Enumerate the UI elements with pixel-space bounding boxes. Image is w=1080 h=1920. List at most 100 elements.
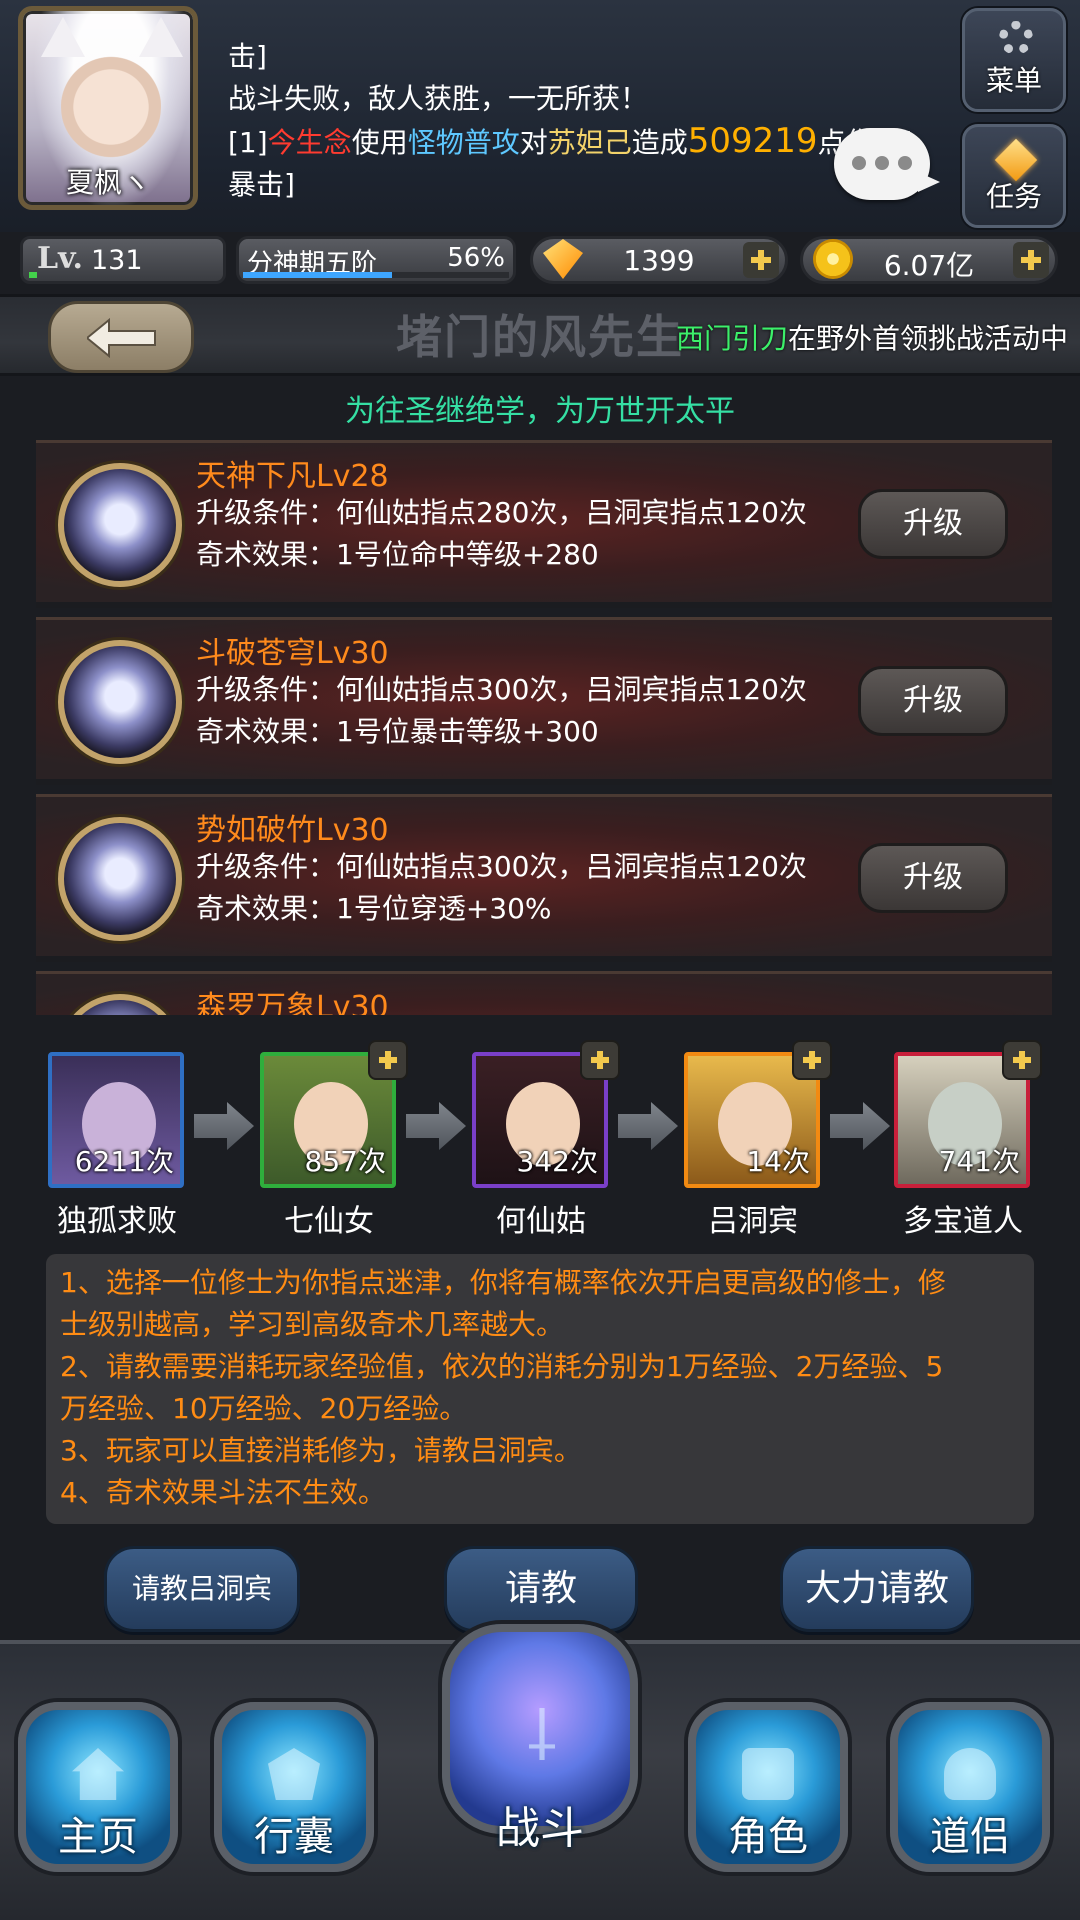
rule-line: 3、玩家可以直接消耗修为，请教吕洞宾。 [60, 1434, 582, 1467]
menu-button[interactable]: 菜单 [962, 8, 1066, 112]
gem-balance: 1399 [530, 236, 788, 284]
mentor-unlock-plus-icon[interactable] [1002, 1040, 1042, 1080]
rule-line: 4、奇术效果斗法不生效。 [60, 1476, 386, 1509]
level-value: 131 [91, 245, 143, 276]
mentor-portrait: 6211次 [48, 1052, 184, 1188]
mentor-qixiannv[interactable]: 857次 七仙女 [260, 1040, 408, 1240]
gold-balance: 6.07亿 [800, 236, 1058, 284]
skill-name: 斗破苍穹Lv30 [196, 636, 389, 671]
avatar-ear-left [41, 17, 85, 57]
skill-name: 势如破竹Lv30 [196, 813, 389, 848]
gear-icon [999, 21, 1033, 55]
rules-panel: 1、选择一位修士为你指点迷津，你将有概率依次开启更高级的修士，修 士级别越高，学… [46, 1254, 1034, 1524]
rule-line: 士级别越高，学习到高级奇术几率越大。 [60, 1308, 565, 1341]
realm-display: 分神期五阶 56% [236, 236, 516, 284]
mentor-count: 741次 [938, 1145, 1020, 1178]
level-display: Lv. 131 [20, 236, 226, 284]
big-consult-button[interactable]: 大力请教 [780, 1546, 974, 1632]
mentor-lvdongbin[interactable]: 14次 吕洞宾 [684, 1040, 832, 1240]
chain-arrow-icon [830, 1102, 890, 1150]
avatar-face [61, 41, 161, 161]
consult-lvdongbin-button[interactable]: 请教吕洞宾 [104, 1546, 300, 1632]
level-exp-bar [29, 272, 37, 278]
gem-value: 1399 [623, 244, 695, 277]
rule-line: 2、请教需要消耗玩家经验值，依次的消耗分别为1万经验、2万经验、5 [60, 1350, 944, 1383]
avatar-ear-right [139, 17, 183, 57]
add-gold-button[interactable] [1013, 242, 1049, 278]
gold-coin-icon [813, 239, 853, 279]
upgrade-button[interactable]: 升级 [858, 489, 1008, 559]
skill-effect: 奇术效果：1号位暴击等级+300 [196, 715, 599, 748]
realm-percent: 56% [447, 243, 505, 273]
nav-bag[interactable]: 行囊 [206, 1644, 382, 1880]
mentor-name: 七仙女 [284, 1204, 374, 1239]
nav-battle-label: 战斗 [496, 1803, 584, 1854]
chat-line: 击] [228, 40, 267, 73]
task-button[interactable]: 任务 [962, 124, 1066, 228]
upgrade-label: 升级 [903, 683, 963, 718]
upgrade-button[interactable]: 升级 [858, 666, 1008, 736]
consult-lvdongbin-label: 请教吕洞宾 [131, 1572, 272, 1605]
skill-card: 森罗万象Lv30 [36, 971, 1052, 1015]
upgrade-label: 升级 [903, 860, 963, 895]
nav-home-label: 主页 [58, 1814, 138, 1860]
chat-line: 战斗失败，敌人获胜，一无所获！ [228, 82, 649, 115]
mentor-unlock-plus-icon[interactable] [580, 1040, 620, 1080]
mentor-duobao[interactable]: 741次 多宝道人 [894, 1040, 1042, 1240]
task-label: 任务 [985, 180, 1042, 213]
add-gem-button[interactable] [743, 242, 779, 278]
skill-list[interactable]: 天神下凡Lv28 升级条件：何仙姑指点280次，吕洞宾指点120次 奇术效果：1… [36, 440, 1052, 1015]
skill-name: 天神下凡Lv28 [196, 459, 389, 494]
skill-card: 斗破苍穹Lv30 升级条件：何仙姑指点300次，吕洞宾指点120次 奇术效果：1… [36, 617, 1052, 785]
nav-role[interactable]: 角色 [680, 1644, 856, 1880]
chat-user[interactable]: 今生念 [268, 126, 352, 159]
nav-battle[interactable]: 战斗 [442, 1604, 638, 1884]
mentor-count: 14次 [746, 1145, 810, 1178]
mentor-name: 独孤求败 [57, 1204, 177, 1239]
broadcast-text: 在野外首领挑战活动中 [788, 322, 1069, 355]
mentor-dugu[interactable]: 6211次 独孤求败 [48, 1052, 186, 1240]
panel-title-bar: 堵门的风先生 西门引刀在野外首领挑战活动中 [0, 294, 1080, 376]
level-prefix: Lv. [37, 241, 83, 276]
rule-line: 万经验、10万经验、20万经验。 [60, 1392, 468, 1425]
mentor-unlock-plus-icon[interactable] [368, 1040, 408, 1080]
big-consult-label: 大力请教 [804, 1568, 949, 1609]
chain-arrow-icon [406, 1102, 466, 1150]
chat-text: 对 [519, 126, 548, 159]
companion-icon [944, 1748, 996, 1800]
chat-text: 造成 [631, 126, 688, 159]
realm-progress-track [243, 272, 509, 278]
chain-arrow-icon [194, 1102, 254, 1150]
skill-condition: 升级条件：何仙姑指点280次，吕洞宾指点120次 [196, 496, 807, 529]
skill-card: 天神下凡Lv28 升级条件：何仙姑指点280次，吕洞宾指点120次 奇术效果：1… [36, 440, 1052, 608]
player-avatar[interactable]: 夏枫ヽ [18, 6, 198, 210]
chat-target: 苏妲己 [547, 126, 632, 159]
mentor-hexiangu[interactable]: 342次 何仙姑 [472, 1040, 620, 1240]
nav-bag-label: 行囊 [254, 1814, 334, 1860]
broadcast-player: 西门引刀 [676, 322, 789, 355]
back-button[interactable] [48, 301, 194, 373]
chain-arrow-icon [618, 1102, 678, 1150]
mentor-count: 342次 [516, 1145, 598, 1178]
chat-text: 使用 [351, 126, 408, 159]
chat-skill: 怪物普攻 [407, 126, 520, 159]
nav-companion[interactable]: 道侣 [882, 1644, 1058, 1880]
mentor-count: 857次 [304, 1145, 386, 1178]
upgrade-label: 升级 [903, 506, 963, 541]
chat-bubble-icon[interactable] [834, 128, 940, 200]
mentor-unlock-plus-icon[interactable] [792, 1040, 832, 1080]
skill-effect: 奇术效果：1号位穿透+30% [196, 892, 552, 925]
skill-card: 势如破竹Lv30 升级条件：何仙姑指点300次，吕洞宾指点120次 奇术效果：1… [36, 794, 1052, 962]
top-header: 夏枫ヽ 击] 战斗失败，敌人获胜，一无所获！ [1]今生念使用怪物普攻对苏妲己造… [0, 0, 1080, 232]
upgrade-button[interactable]: 升级 [858, 843, 1008, 913]
nav-role-label: 角色 [728, 1814, 808, 1860]
mentor-chain: 6211次 独孤求败 857次 七仙女 342次 何仙姑 14次 吕洞宾 741… [0, 1030, 1080, 1245]
skill-condition: 升级条件：何仙姑指点300次，吕洞宾指点120次 [196, 850, 807, 883]
crystal-icon [58, 463, 182, 587]
skill-name: 森罗万象Lv30 [196, 990, 389, 1015]
bottom-nav: 主页 行囊 战斗 角色 道侣 [0, 1624, 1080, 1920]
mentor-name: 何仙姑 [496, 1204, 586, 1239]
nav-home[interactable]: 主页 [10, 1644, 186, 1880]
skill-condition: 升级条件：何仙姑指点300次，吕洞宾指点120次 [196, 673, 807, 706]
player-name: 夏枫ヽ [65, 166, 150, 199]
